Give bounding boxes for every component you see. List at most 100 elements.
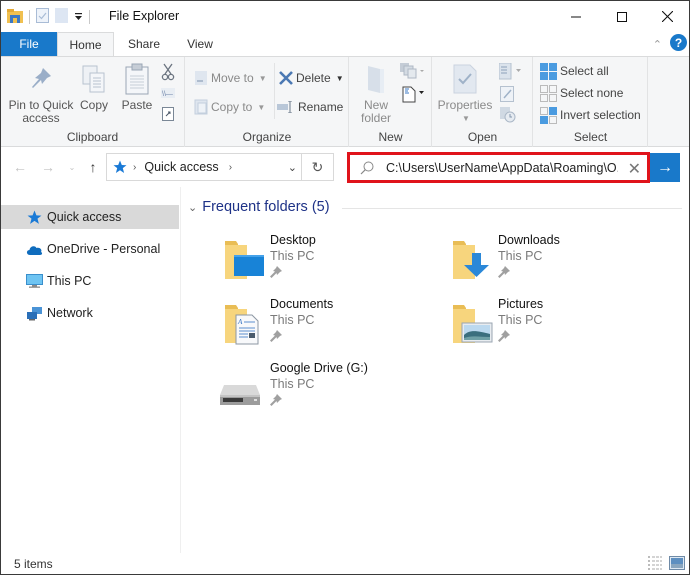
drive-tile-google-drive[interactable]: Google Drive (G:) This PC <box>220 361 442 417</box>
copy-to-icon <box>194 99 208 115</box>
up-button[interactable]: ↑ <box>84 157 102 177</box>
properties-icon[interactable] <box>36 8 49 26</box>
large-icons-view-icon[interactable] <box>669 556 685 570</box>
history-icon[interactable] <box>500 107 516 126</box>
group-new: New folder New <box>350 57 432 147</box>
select-none-button[interactable]: Select none <box>540 83 623 103</box>
tab-file[interactable]: File <box>1 32 57 56</box>
close-button[interactable] <box>644 1 690 32</box>
pin-icon[interactable] <box>498 330 510 342</box>
network-icon <box>25 305 43 321</box>
pin-to-quick-access-button[interactable]: Pin to Quick access <box>7 61 75 125</box>
minimize-button[interactable] <box>553 1 599 32</box>
tab-home[interactable]: Home <box>57 32 114 56</box>
arrow-right-icon: → <box>657 158 673 176</box>
paste-icon <box>125 63 149 95</box>
title-bar: File Explorer <box>1 1 689 32</box>
back-button[interactable]: ← <box>11 157 29 177</box>
clear-search-icon[interactable]: ✕ <box>628 159 641 179</box>
sidebar-item-network[interactable]: Network <box>1 301 179 325</box>
navigation-pane: Quick access OneDrive - Personal This PC… <box>1 187 181 553</box>
folder-tile-downloads[interactable]: Downloads This PC <box>450 233 670 289</box>
properties-icon <box>453 64 477 94</box>
paste-shortcut-icon[interactable] <box>162 107 174 124</box>
up-arrow-icon: ↑ <box>89 159 97 175</box>
easy-access-icon[interactable] <box>400 85 426 106</box>
move-to-button[interactable]: Move to ▼ <box>194 68 267 88</box>
address-bar[interactable]: › Quick access › ⌄ ↻ <box>106 153 334 181</box>
back-arrow-icon: ← <box>13 159 27 175</box>
documents-folder-icon: A <box>225 305 259 345</box>
copy-button[interactable]: Copy <box>79 61 109 112</box>
go-button[interactable]: → <box>650 153 680 182</box>
folder-tile-desktop[interactable]: Desktop This PC <box>222 233 442 289</box>
refresh-icon: ↻ <box>311 158 324 175</box>
section-divider <box>342 208 682 209</box>
separator <box>29 10 30 24</box>
sidebar-item-this-pc[interactable]: This PC <box>1 269 179 293</box>
paste-button[interactable]: Paste <box>119 61 155 112</box>
forward-button[interactable]: → <box>39 157 57 177</box>
window-title: File Explorer <box>109 9 180 23</box>
invert-selection-button[interactable]: Invert selection <box>540 105 641 125</box>
breadcrumb-separator-icon[interactable]: › <box>229 162 232 173</box>
open-group-label: Open <box>467 130 498 144</box>
clipboard-group-label: Clipboard <box>66 130 119 144</box>
folder-tile-pictures[interactable]: Pictures This PC <box>450 297 670 353</box>
delete-button[interactable]: Delete ▼ <box>279 68 344 88</box>
maximize-icon <box>617 11 627 22</box>
item-count: 5 items <box>14 557 53 571</box>
rename-button[interactable]: Rename <box>277 97 343 117</box>
frequent-folders-header[interactable]: ⌄ Frequent folders (5) <box>188 199 330 215</box>
copy-to-button[interactable]: Copy to ▼ <box>194 97 265 117</box>
help-icon[interactable]: ? <box>670 34 687 54</box>
customize-dropdown-icon[interactable] <box>74 10 83 24</box>
folder-icon[interactable] <box>7 8 23 26</box>
open-icon[interactable] <box>498 62 523 84</box>
pin-icon[interactable] <box>498 266 510 278</box>
select-none-icon <box>540 84 557 102</box>
pin-icon[interactable] <box>270 394 282 406</box>
select-all-icon <box>540 62 557 80</box>
breadcrumb-quick-access[interactable]: Quick access <box>144 160 218 174</box>
details-view-icon[interactable] <box>647 556 663 570</box>
new-folder-button[interactable]: New folder <box>358 61 394 125</box>
chevron-down-icon: ⌄ <box>287 161 297 174</box>
properties-button[interactable]: Properties ▼ <box>437 61 493 125</box>
paste-label: Paste <box>121 98 153 112</box>
new-folder-icon[interactable] <box>55 8 68 26</box>
properties-dropdown-icon[interactable]: ▼ <box>462 112 470 125</box>
pin-label-line2: access <box>22 111 60 125</box>
copy-icon <box>82 65 105 93</box>
rename-icon <box>277 101 292 113</box>
new-group-label: New <box>378 130 403 144</box>
search-input[interactable]: C:\Users\UserName\AppData\Roaming\O... ✕ <box>347 152 650 183</box>
refresh-button[interactable]: ↻ <box>301 154 333 180</box>
move-to-icon <box>195 71 207 85</box>
status-bar: 5 items <box>1 553 689 574</box>
cut-icon[interactable] <box>161 63 175 84</box>
copy-label: Copy <box>79 98 108 112</box>
delete-icon <box>279 71 293 85</box>
group-select: Select all Select none Invert selection … <box>534 57 648 147</box>
tab-view[interactable]: View <box>177 32 223 56</box>
downloads-folder-icon <box>453 241 489 279</box>
search-icon <box>360 161 374 174</box>
select-all-button[interactable]: Select all <box>540 61 609 81</box>
maximize-button[interactable] <box>599 1 645 32</box>
address-dropdown-button[interactable]: ⌄ <box>288 154 297 180</box>
tab-share[interactable]: Share <box>119 32 169 56</box>
collapse-ribbon-icon[interactable]: ⌃ <box>653 38 662 51</box>
group-clipboard: Pin to Quick access Copy Paste \\— Clipb… <box>1 57 185 147</box>
pin-icon[interactable] <box>270 266 282 278</box>
sidebar-item-onedrive[interactable]: OneDrive - Personal <box>1 237 179 261</box>
new-item-icon[interactable] <box>400 63 426 82</box>
forward-arrow-icon: → <box>41 159 55 175</box>
ribbon-tabs: File Home Share View ⌃ ? <box>1 32 689 56</box>
folder-tile-documents[interactable]: A Documents This PC <box>222 297 442 353</box>
recent-locations-button[interactable]: ⌄ <box>63 157 81 177</box>
edit-icon[interactable] <box>500 86 514 105</box>
sidebar-item-quick-access[interactable]: Quick access <box>1 205 179 229</box>
pin-icon[interactable] <box>270 330 282 342</box>
copy-path-icon[interactable]: \\— <box>161 87 175 101</box>
